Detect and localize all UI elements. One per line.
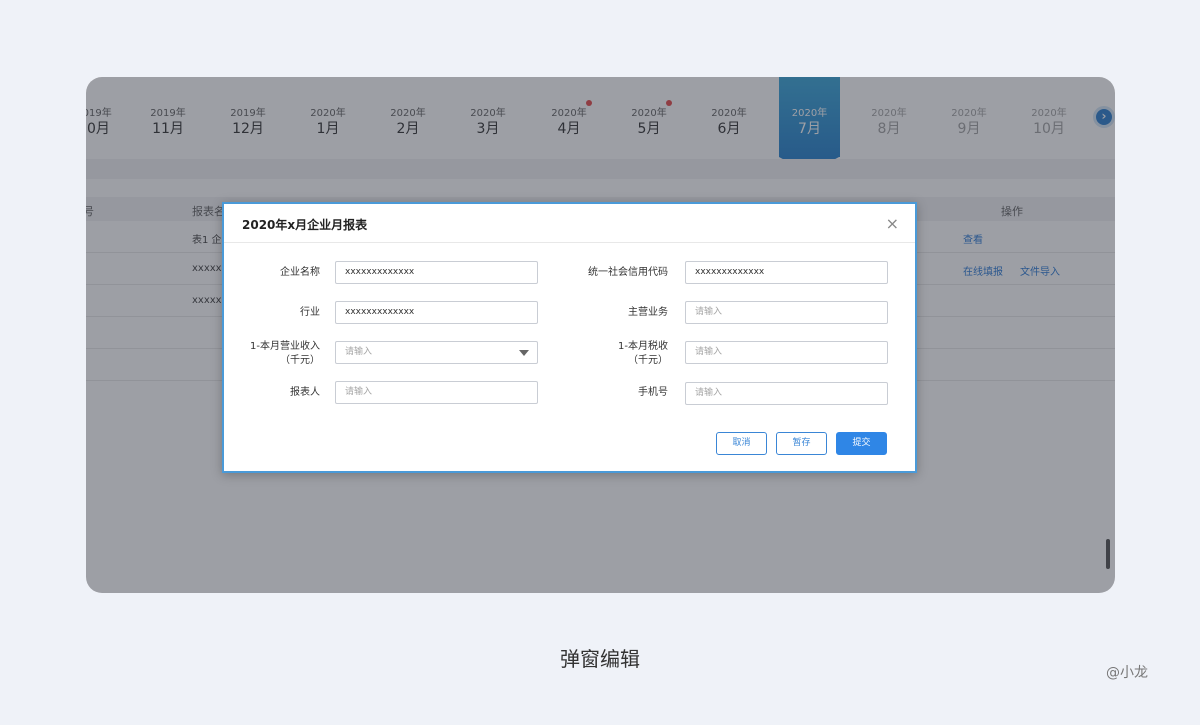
main-business-label: 主营业务	[628, 307, 668, 318]
company-name-label: 企业名称	[280, 267, 320, 278]
main-business-input[interactable]: 请输入	[685, 301, 888, 324]
tax-input[interactable]: 请输入	[685, 341, 888, 364]
phone-label: 手机号	[638, 387, 668, 398]
phone-input[interactable]: 请输入	[685, 382, 888, 405]
save-draft-button[interactable]: 暂存	[776, 432, 827, 455]
credit-code-input[interactable]: xxxxxxxxxxxxx	[685, 261, 888, 284]
tax-label-line1: 1-本月税收	[618, 341, 668, 352]
industry-label: 行业	[300, 307, 320, 318]
credit-code-label: 统一社会信用代码	[588, 267, 668, 278]
reporter-input[interactable]: 请输入	[335, 381, 538, 404]
chevron-down-icon	[519, 350, 529, 356]
company-name-input[interactable]: xxxxxxxxxxxxx	[335, 261, 538, 284]
tax-label-line2: （千元）	[628, 355, 668, 366]
reporter-label: 报表人	[290, 387, 320, 398]
cancel-button[interactable]: 取消	[716, 432, 767, 455]
caption: 弹窗编辑	[560, 647, 640, 671]
modal-title: 2020年x月企业月报表	[242, 218, 368, 232]
revenue-label: 1-本月营业收入 （千元）	[210, 340, 320, 368]
revenue-select[interactable]: 请输入	[335, 341, 538, 364]
report-edit-modal: 2020年x月企业月报表 × 企业名称 xxxxxxxxxxxxx 统一社会信用…	[222, 202, 917, 473]
submit-button[interactable]: 提交	[836, 432, 887, 455]
close-icon[interactable]: ×	[886, 214, 899, 233]
revenue-label-line1: 1-本月营业收入	[250, 341, 320, 352]
tax-label: 1-本月税收 （千元）	[558, 340, 668, 368]
modal-header: 2020年x月企业月报表 ×	[224, 204, 915, 243]
revenue-select-placeholder: 请输入	[345, 347, 373, 357]
author-credit: @小龙	[1106, 665, 1148, 681]
revenue-label-line2: （千元）	[280, 355, 320, 366]
industry-input[interactable]: xxxxxxxxxxxxx	[335, 301, 538, 324]
